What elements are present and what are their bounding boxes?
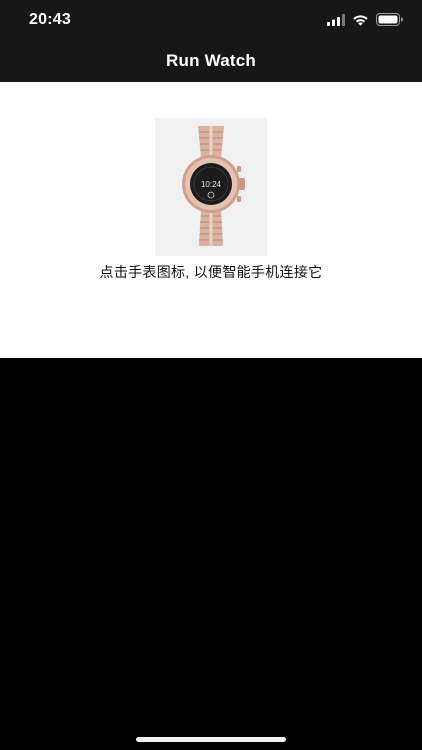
smartwatch-image-button[interactable]: 10:24	[155, 118, 267, 256]
cellular-signal-icon	[327, 13, 345, 31]
status-time: 20:43	[29, 11, 71, 28]
home-indicator[interactable]	[136, 737, 286, 742]
page-title: Run Watch	[166, 51, 256, 70]
watch-crown	[239, 178, 245, 190]
watch-face-time: 10:24	[201, 180, 222, 189]
status-bar: 20:43	[0, 0, 422, 40]
battery-icon	[376, 13, 403, 31]
wifi-icon	[352, 13, 369, 31]
upper-bracelet	[198, 126, 224, 158]
lower-bracelet	[199, 210, 223, 246]
content-panel: 10:24 点击手表图标, 以便智能手机连接它	[0, 82, 422, 358]
smartwatch-image: 10:24	[182, 126, 245, 246]
screen: 20:43 Run Watch 10:24 点击手表图标, 以便智能手机连接它	[0, 0, 422, 750]
navigation-bar: Run Watch	[0, 40, 422, 82]
connect-hint: 点击手表图标, 以便智能手机连接它	[99, 264, 323, 280]
status-icons	[327, 13, 403, 31]
